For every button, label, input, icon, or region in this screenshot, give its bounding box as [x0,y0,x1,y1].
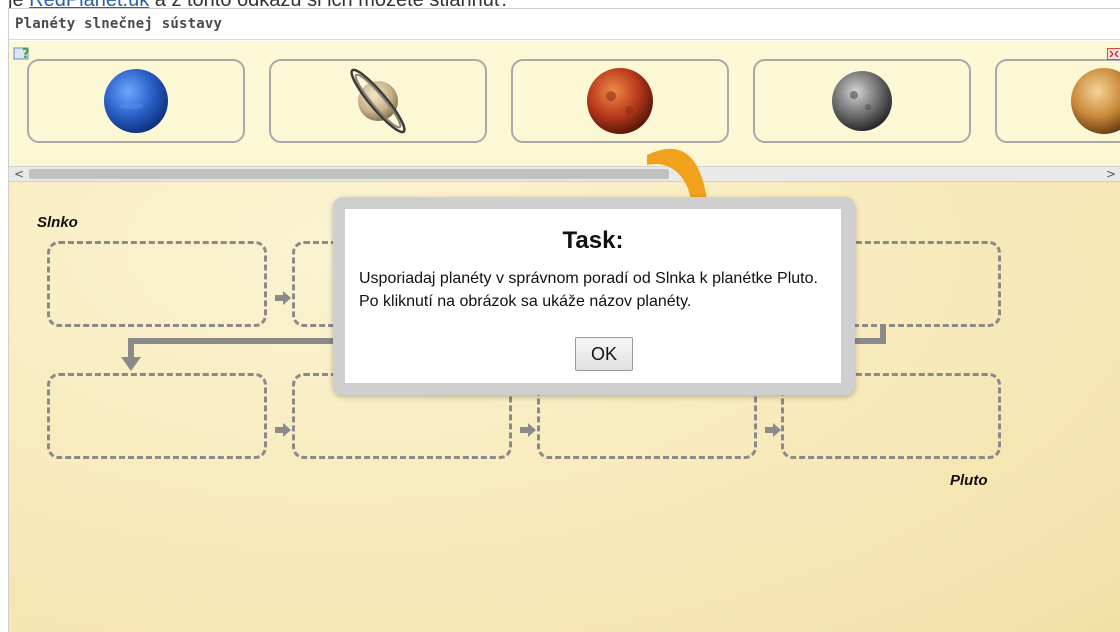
planet-tile-5[interactable] [995,59,1120,143]
header-prefix: je [8,0,29,8]
header-link[interactable]: RedPlanet.uk [29,0,149,8]
horizontal-scrollbar[interactable]: < > [9,166,1120,182]
orange-curved-arrow [647,148,707,199]
svg-text:?: ? [22,47,30,61]
planet-tile-1[interactable] [27,59,245,143]
step-arrow-icon [520,423,536,437]
scroll-left-arrow[interactable]: < [11,167,27,181]
ok-button[interactable]: OK [575,337,633,371]
step-arrow-icon [765,423,781,437]
mercury-icon [832,71,892,131]
end-label: Pluto [950,472,988,489]
planet-tile-4[interactable] [753,59,971,143]
dialog-message: Usporiadaj planéty v správnom poradí od … [359,270,818,310]
start-label: Slnko [37,214,78,231]
drop-slot-5[interactable] [47,373,267,459]
venus-icon [1071,68,1120,134]
planet-tile-2[interactable] [269,59,487,143]
activity-area: ? < > Slnko Pluto Task: Usporiadaj plané… [9,41,1120,632]
fullscreen-close-icon[interactable] [1107,48,1120,60]
task-dialog-body: Task: Usporiadaj planéty v správnom pora… [345,209,841,383]
page-header-fragment: je RedPlanet.uk a z tohto odkazu si ich … [0,0,1120,8]
mars-icon [587,68,653,134]
title-bar: Planéty slnečnej sústavy [9,9,1120,40]
dialog-title: Task: [562,227,624,254]
planet-tile-3[interactable] [511,59,729,143]
window-title: Planéty slnečnej sústavy [15,16,223,32]
help-question-icon[interactable]: ? [13,45,31,61]
drop-slot-1[interactable] [47,241,267,327]
planet-tray: ? [9,41,1120,169]
task-dialog: Task: Usporiadaj planéty v správnom pora… [333,197,855,395]
scroll-right-arrow[interactable]: > [1103,167,1119,181]
step-arrow-icon [275,423,291,437]
neptune-icon [104,69,168,133]
activity-window: Planéty slnečnej sústavy ? < > Slnko Plu… [8,8,1120,632]
step-arrow-icon [275,291,291,305]
header-suffix: a z tohto odkazu si ich môžete stiahnuť. [149,0,507,8]
saturn-icon [350,68,406,134]
scroll-thumb[interactable] [29,169,669,179]
